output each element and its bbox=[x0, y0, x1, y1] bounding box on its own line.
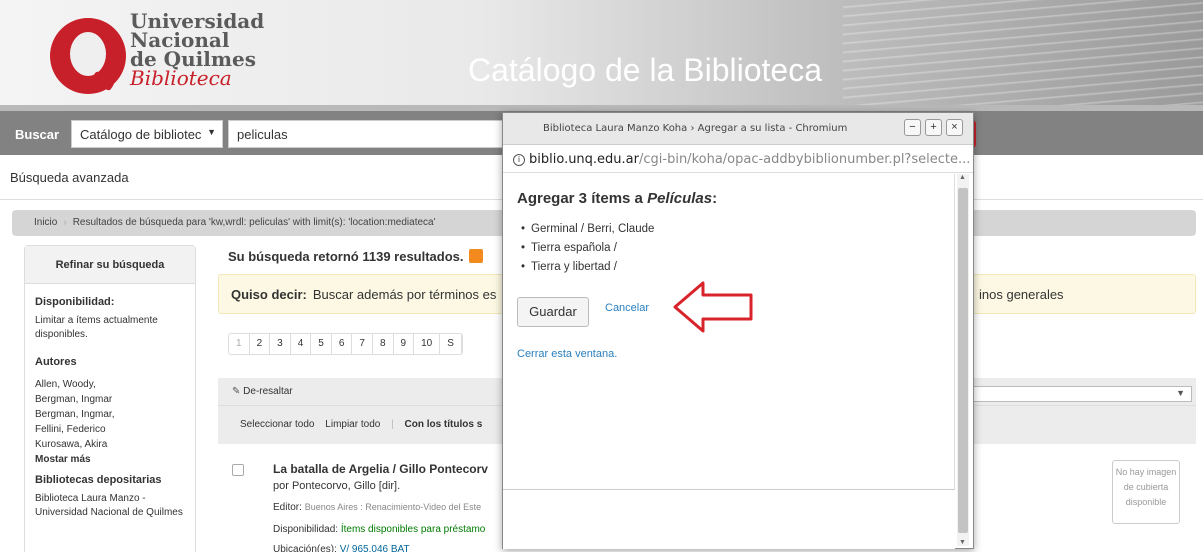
logo-line-4: Biblioteca bbox=[130, 66, 232, 90]
popup-heading-suffix: : bbox=[712, 190, 718, 207]
location-label: Ubicación(es): bbox=[273, 544, 337, 552]
library-facet[interactable]: Biblioteca Laura Manzo - Universidad Nac… bbox=[25, 492, 195, 520]
page-link[interactable]: S bbox=[440, 334, 462, 354]
page-link[interactable]: 2 bbox=[250, 334, 271, 354]
clear-all-link[interactable]: Limpiar todo bbox=[325, 419, 380, 430]
page-link[interactable]: 10 bbox=[414, 334, 441, 354]
items-list: Germinal / Berri, Claude Tierra española… bbox=[521, 220, 654, 277]
cancel-link[interactable]: Cancelar bbox=[605, 302, 649, 314]
availability-label: Disponibilidad: bbox=[273, 524, 339, 535]
list-item: Germinal / Berri, Claude bbox=[521, 220, 654, 239]
header-banner: Universidad Nacional de Quilmes Bibliote… bbox=[0, 0, 1203, 105]
record-checkbox[interactable] bbox=[232, 464, 244, 476]
chevron-down-icon: ▼ bbox=[207, 127, 216, 137]
location-value[interactable]: V/ 965.046 BAT bbox=[340, 544, 410, 552]
pagination: 1 2 3 4 5 6 7 8 9 10 S bbox=[228, 333, 463, 355]
results-count: Su búsqueda retornó 1139 resultados. bbox=[228, 249, 484, 264]
refine-sidebar: Refinar su búsqueda Disponibilidad: Limi… bbox=[24, 245, 196, 552]
libraries-heading: Bibliotecas depositarias bbox=[35, 474, 162, 486]
popup-titlebar[interactable]: Biblioteca Laura Manzo Koha › Agregar a … bbox=[503, 113, 973, 145]
logo-text[interactable]: Universidad Nacional de Quilmes Bibliote… bbox=[130, 11, 264, 90]
record-title[interactable]: La batalla de Argelia / Gillo Pontecorv bbox=[273, 462, 488, 476]
select-all-link[interactable]: Seleccionar todo bbox=[240, 419, 315, 430]
url-path: /cgi-bin/koha/opac-addbybiblionumber.pl?… bbox=[639, 152, 971, 167]
banner-decoration bbox=[843, 0, 1203, 105]
popup-content: Agregar 3 ítems a Películas: Germinal / … bbox=[503, 174, 955, 490]
annotation-arrow-icon bbox=[673, 281, 753, 333]
page-link[interactable]: 4 bbox=[291, 334, 312, 354]
with-selected-label: Con los títulos s bbox=[404, 419, 483, 430]
author-facet[interactable]: Fellini, Federico bbox=[25, 422, 195, 437]
scroll-down-icon[interactable]: ▼ bbox=[959, 539, 966, 546]
record-publisher: Editor: Buenos Aires : Renacimiento-Vide… bbox=[273, 502, 481, 513]
did-you-mean-label: Quiso decir: bbox=[231, 287, 307, 302]
availability-heading: Disponibilidad: bbox=[35, 296, 115, 308]
author-facet[interactable]: Bergman, Ingmar bbox=[25, 392, 195, 407]
no-cover-placeholder: No hay imagen de cubierta disponible bbox=[1112, 460, 1180, 524]
record-availability: Disponibilidad: Ítems disponibles para p… bbox=[273, 524, 485, 535]
advanced-search-link[interactable]: Búsqueda avanzada bbox=[10, 170, 129, 185]
availability-limit-link[interactable]: Limitar a ítems actualmente disponibles. bbox=[25, 314, 195, 342]
university-logo-icon bbox=[50, 18, 126, 94]
page-title: Catálogo de la Biblioteca bbox=[468, 52, 823, 88]
page-link[interactable]: 3 bbox=[270, 334, 291, 354]
did-you-mean-text[interactable]: Buscar además por términos es bbox=[313, 287, 497, 302]
scroll-up-icon[interactable]: ▲ bbox=[959, 174, 966, 181]
rss-icon[interactable] bbox=[469, 249, 484, 263]
page-link[interactable]: 9 bbox=[394, 334, 415, 354]
author-facet[interactable]: Allen, Woody, bbox=[25, 377, 195, 392]
list-item: Tierra española / bbox=[521, 239, 654, 258]
popup-empty-area bbox=[503, 491, 955, 549]
publisher-label: Editor: bbox=[273, 502, 302, 513]
window-controls: − + × bbox=[904, 119, 963, 136]
popup-scrollbar[interactable]: ▲ ▼ bbox=[957, 174, 969, 546]
availability-value: Ítems disponibles para préstamo bbox=[340, 524, 486, 535]
pencil-icon: ✎ bbox=[232, 386, 241, 397]
separator: | bbox=[391, 419, 394, 430]
search-scope-select[interactable]: Catálogo de bibliotec ▼ bbox=[71, 120, 223, 148]
search-input[interactable]: peliculas bbox=[228, 120, 504, 148]
page-link[interactable]: 7 bbox=[352, 334, 373, 354]
save-button[interactable]: Guardar bbox=[517, 297, 589, 327]
popup-list-name: Películas bbox=[647, 190, 713, 207]
popup-heading: Agregar 3 ítems a Películas: bbox=[517, 190, 717, 207]
record-author[interactable]: por Pontecorvo, Gillo [dir]. bbox=[273, 480, 400, 492]
search-scope-value: Catálogo de bibliotec bbox=[80, 127, 202, 142]
url-bar[interactable]: i biblio.unq.edu.ar/cgi-bin/koha/opac-add… bbox=[503, 145, 973, 173]
add-to-list-popup: Biblioteca Laura Manzo Koha › Agregar a … bbox=[502, 112, 974, 549]
close-window-link[interactable]: Cerrar esta ventana. bbox=[517, 348, 617, 360]
author-facet[interactable]: Kurosawa, Akira bbox=[25, 437, 195, 452]
page-link[interactable]: 5 bbox=[311, 334, 332, 354]
refine-title: Refinar su búsqueda bbox=[25, 246, 195, 284]
publisher-value: Buenos Aires : Renacimiento-Video del Es… bbox=[304, 502, 482, 512]
breadcrumb-separator: › bbox=[63, 217, 67, 228]
results-count-text: Su búsqueda retornó 1139 resultados. bbox=[228, 249, 464, 264]
chevron-down-icon: ▼ bbox=[1176, 388, 1185, 398]
minimize-icon[interactable]: − bbox=[904, 119, 921, 136]
search-label: Buscar bbox=[15, 127, 60, 142]
popup-window-title: Biblioteca Laura Manzo Koha › Agregar a … bbox=[543, 123, 848, 134]
sort-select[interactable]: cia ▼ bbox=[954, 386, 1192, 402]
page-link: 1 bbox=[229, 334, 250, 354]
unhighlight-link[interactable]: De-resaltar bbox=[243, 386, 292, 397]
author-facet[interactable]: Bergman, Ingmar, bbox=[25, 407, 195, 422]
breadcrumb-current[interactable]: Resultados de búsqueda para 'kw,wrdl: pe… bbox=[73, 217, 436, 228]
record-location: Ubicación(es): V/ 965.046 BAT bbox=[273, 544, 410, 552]
url-host: biblio.unq.edu.ar bbox=[529, 152, 639, 167]
authors-heading: Autores bbox=[35, 356, 77, 368]
popup-heading-prefix: Agregar 3 ítems a bbox=[517, 190, 648, 207]
did-you-mean-tail[interactable]: inos generales bbox=[979, 287, 1064, 302]
maximize-icon[interactable]: + bbox=[925, 119, 942, 136]
page-link[interactable]: 6 bbox=[332, 334, 353, 354]
info-icon[interactable]: i bbox=[513, 154, 525, 166]
close-icon[interactable]: × bbox=[946, 119, 963, 136]
show-more-link[interactable]: Mostar más bbox=[25, 452, 195, 467]
list-item: Tierra y libertad / bbox=[521, 258, 654, 277]
scrollbar-thumb[interactable] bbox=[958, 188, 968, 533]
page-link[interactable]: 8 bbox=[373, 334, 394, 354]
breadcrumb-home[interactable]: Inicio bbox=[34, 217, 57, 228]
